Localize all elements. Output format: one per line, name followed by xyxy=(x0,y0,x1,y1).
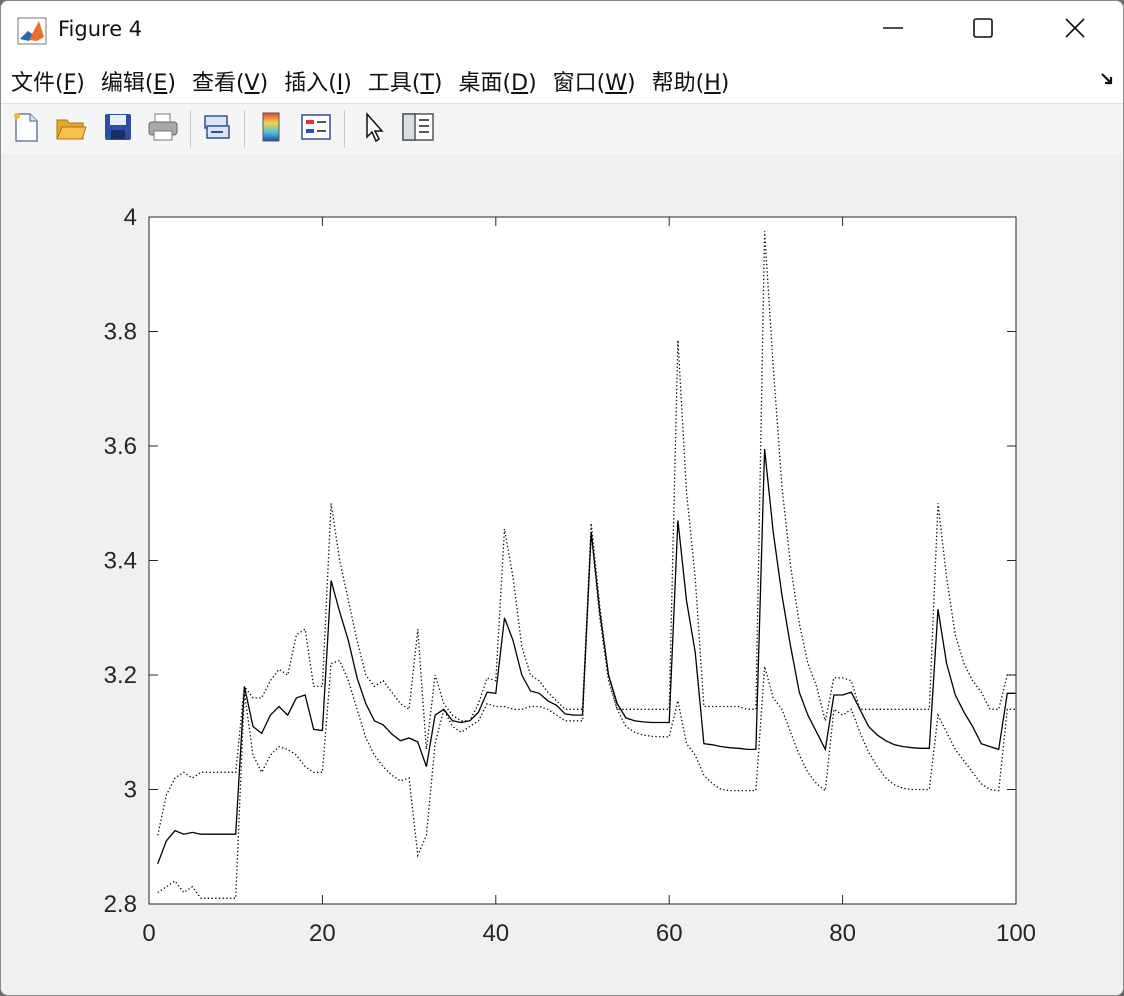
edit-plot-button[interactable] xyxy=(357,111,391,147)
link-plot-button[interactable] xyxy=(200,111,234,147)
open-file-button[interactable] xyxy=(54,111,88,147)
menu-bar: 文件(F) 编辑(E) 查看(V) 插入(I) 工具(T) 桌面(D) 窗口(W) 帮助(H) xyxy=(1,59,1123,103)
save-button[interactable] xyxy=(101,111,135,147)
window-title: Figure 4 xyxy=(58,17,143,41)
menu-item-w[interactable]: 窗口(W) xyxy=(553,65,636,97)
menu-item-e[interactable]: 编辑(E) xyxy=(101,65,176,97)
close-button[interactable] xyxy=(1029,1,1121,59)
maximize-icon xyxy=(972,17,994,43)
property-inspector-button[interactable] xyxy=(401,111,435,147)
new-figure-icon xyxy=(11,111,41,147)
property-inspector-icon xyxy=(401,111,435,147)
toolbar-separator xyxy=(344,110,345,148)
x-tick-label: 40 xyxy=(482,920,509,947)
insert-legend-button[interactable] xyxy=(299,111,333,147)
menu-item-d[interactable]: 桌面(D) xyxy=(459,65,537,97)
matlab-logo-icon xyxy=(17,17,47,45)
menu-item-i[interactable]: 插入(I) xyxy=(284,65,352,97)
title-bar: Figure 4 xyxy=(1,1,1123,59)
edit-plot-arrow-icon xyxy=(361,111,387,147)
figure-window: Figure 4 文件(F) 编辑(E) 查看(V) 插入(I) 工具(T) 桌面(D) 窗… xyxy=(0,0,1124,996)
x-tick-label: 0 xyxy=(142,920,155,947)
toolbar-separator xyxy=(244,110,245,148)
x-tick-label: 60 xyxy=(656,920,683,947)
x-tick-label: 100 xyxy=(996,920,1036,947)
figure-toolbar xyxy=(1,103,1123,155)
insert-colorbar-button[interactable] xyxy=(254,111,288,147)
y-tick-label: 4 xyxy=(124,204,137,231)
y-tick-label: 3.6 xyxy=(104,433,137,460)
axes-background xyxy=(149,217,1016,904)
y-tick-label: 2.8 xyxy=(104,891,137,918)
print-icon xyxy=(147,112,179,146)
colorbar-icon xyxy=(260,111,282,147)
y-tick-label: 3 xyxy=(124,777,137,804)
save-icon xyxy=(103,112,133,146)
menu-item-h[interactable]: 帮助(H) xyxy=(652,65,730,97)
print-button[interactable] xyxy=(146,111,180,147)
menu-item-f[interactable]: 文件(F) xyxy=(11,65,85,97)
x-tick-label: 80 xyxy=(829,920,856,947)
legend-icon xyxy=(300,112,332,146)
x-tick-label: 20 xyxy=(309,920,336,947)
link-plot-icon xyxy=(201,112,233,146)
dock-arrow-icon[interactable] xyxy=(1099,71,1115,91)
close-icon xyxy=(1063,16,1087,44)
menu-item-v[interactable]: 查看(V) xyxy=(192,65,268,97)
figure-canvas: 0 20 40 60 80 100 2.8 3 3.2 3.4 3.6 3.8 4 xyxy=(1,154,1123,995)
minimize-button[interactable] xyxy=(847,1,939,59)
minimize-icon xyxy=(882,17,904,43)
menu-item-t[interactable]: 工具(T) xyxy=(368,65,443,97)
y-tick-label: 3.4 xyxy=(104,548,137,575)
y-tick-label: 3.8 xyxy=(104,319,137,346)
maximize-button[interactable] xyxy=(937,1,1029,59)
new-figure-button[interactable] xyxy=(9,111,43,147)
line-chart: 0 20 40 60 80 100 2.8 3 3.2 3.4 3.6 3.8 4 xyxy=(104,204,1036,947)
open-file-icon xyxy=(55,112,87,146)
y-tick-label: 3.2 xyxy=(104,662,137,689)
toolbar-separator xyxy=(190,110,191,148)
